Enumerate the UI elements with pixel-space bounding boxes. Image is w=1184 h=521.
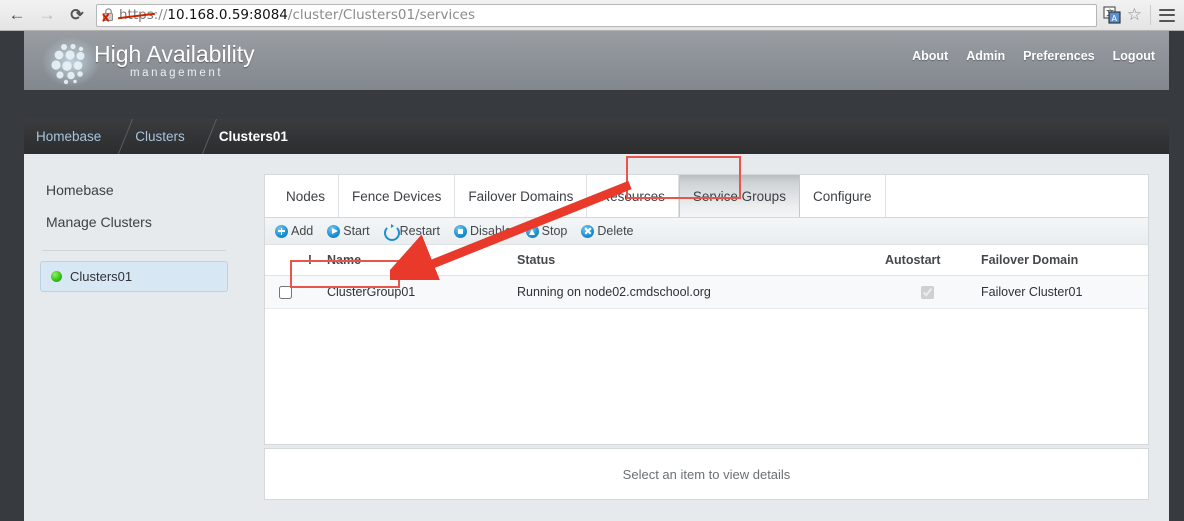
row-select-checkbox-cell[interactable] xyxy=(265,275,299,310)
sidebar-item-label: Clusters01 xyxy=(70,269,133,284)
row-autostart-checkbox xyxy=(920,286,934,300)
delete-button-label: Delete xyxy=(597,224,634,238)
column-header-select xyxy=(265,245,299,276)
table-header-row: ! Name Status Autostart Failover Domain xyxy=(265,245,1148,276)
header-nav-admin[interactable]: Admin xyxy=(966,49,1005,63)
row-autostart-cell xyxy=(879,275,975,310)
details-pane: Select an item to view details xyxy=(264,448,1149,500)
tab-configure[interactable]: Configure xyxy=(800,175,886,217)
insecure-lock-icon[interactable] xyxy=(101,7,116,23)
url-bar[interactable]: https://10.168.0.59:8084/cluster/Cluster… xyxy=(96,3,1097,27)
tab-bar: Nodes Fence Devices Failover Domains Res… xyxy=(265,175,1148,218)
row-select-checkbox[interactable] xyxy=(279,286,292,300)
stop-square-circle-icon xyxy=(453,224,467,238)
main-panel: Homebase Manage Clusters Clusters01 Node… xyxy=(24,154,1169,521)
row-alert-cell xyxy=(299,275,321,310)
delete-button[interactable]: Delete xyxy=(581,224,634,238)
table-row[interactable]: ClusterGroup01 Running on node02.cmdscho… xyxy=(265,275,1148,310)
add-button-label: Add xyxy=(291,224,314,238)
sidebar-item-homebase[interactable]: Homebase xyxy=(24,174,244,206)
browser-chrome: ← → ⟳ https://10.168.0.59:8084/cluster/C… xyxy=(0,0,1184,31)
tab-nodes[interactable]: Nodes xyxy=(273,175,340,217)
service-groups-card: Nodes Fence Devices Failover Domains Res… xyxy=(264,174,1149,445)
breadcrumb: Homebase Clusters Clusters01 xyxy=(24,119,1169,154)
star-icon[interactable]: ☆ xyxy=(1127,5,1142,25)
url-path: /cluster/Clusters01/services xyxy=(287,7,475,23)
breadcrumb-item-homebase[interactable]: Homebase xyxy=(36,129,101,144)
column-header-failover-domain[interactable]: Failover Domain xyxy=(975,245,1148,276)
url-separator: :// xyxy=(153,7,168,23)
disable-button[interactable]: Disable xyxy=(453,224,512,238)
row-failover-domain-cell: Failover Cluster01 xyxy=(975,275,1148,310)
svg-text:A: A xyxy=(1111,14,1117,23)
breadcrumb-item-clusters[interactable]: Clusters xyxy=(135,129,185,144)
tab-failover-domains[interactable]: Failover Domains xyxy=(455,175,588,217)
service-groups-table: ! Name Status Autostart Failover Domain … xyxy=(265,245,1148,310)
play-circle-icon xyxy=(327,224,341,238)
url-scheme: https xyxy=(119,7,154,23)
disable-button-label: Disable xyxy=(469,224,512,238)
column-header-status[interactable]: Status xyxy=(511,245,879,276)
toolbar-divider xyxy=(1150,5,1151,25)
sidebar-divider xyxy=(42,250,226,251)
page-frame: High Availability management About Admin… xyxy=(0,31,1184,521)
reload-icon[interactable]: ⟳ xyxy=(64,2,90,28)
browser-chrome-actions: 文 A ☆ xyxy=(1103,5,1184,25)
row-name-cell[interactable]: ClusterGroup01 xyxy=(321,275,511,310)
page-title: High Availability xyxy=(94,41,255,67)
column-header-autostart[interactable]: Autostart xyxy=(879,245,975,276)
tab-fence-devices[interactable]: Fence Devices xyxy=(339,175,456,217)
row-status-cell: Running on node02.cmdschool.org xyxy=(511,275,879,310)
details-placeholder: Select an item to view details xyxy=(622,466,791,482)
header-nav: About Admin Preferences Logout xyxy=(912,49,1155,63)
header-nav-preferences[interactable]: Preferences xyxy=(1023,49,1095,63)
start-button-label: Start xyxy=(343,224,370,238)
column-header-name[interactable]: Name xyxy=(321,245,511,276)
cluster-dots-logo xyxy=(42,37,100,87)
add-circle-icon xyxy=(275,224,288,238)
column-header-alert: ! xyxy=(299,245,321,276)
url-text: https://10.168.0.59:8084/cluster/Cluster… xyxy=(119,7,475,23)
hamburger-menu-icon[interactable] xyxy=(1159,8,1175,22)
green-status-dot-icon xyxy=(51,271,62,282)
brand-logo[interactable]: High Availability management xyxy=(32,31,262,90)
restart-button-label: Restart xyxy=(399,224,440,238)
restart-circle-icon xyxy=(384,224,401,241)
breadcrumb-item-clusters01: Clusters01 xyxy=(218,129,288,144)
tab-service-groups[interactable]: Service Groups xyxy=(678,175,800,217)
forward-arrow-icon: → xyxy=(38,5,56,24)
app-header: High Availability management About Admin… xyxy=(24,31,1169,90)
sidebar-item-clusters01[interactable]: Clusters01 xyxy=(40,261,228,292)
tab-resources[interactable]: Resources xyxy=(587,175,679,217)
restart-button[interactable]: Restart xyxy=(384,224,440,241)
stop-button-label: Stop xyxy=(541,224,568,238)
sidebar-item-manage-clusters[interactable]: Manage Clusters xyxy=(24,206,244,238)
add-button[interactable]: Add xyxy=(275,224,313,238)
back-arrow-icon[interactable]: ← xyxy=(4,2,30,28)
sidebar: Homebase Manage Clusters Clusters01 xyxy=(24,154,244,292)
translate-icon[interactable]: 文 A xyxy=(1103,6,1121,24)
header-nav-logout[interactable]: Logout xyxy=(1113,49,1155,63)
brand-subtitle: management xyxy=(130,67,224,79)
x-circle-icon xyxy=(581,224,595,238)
start-button[interactable]: Start xyxy=(327,224,370,238)
triangle-up-circle-icon xyxy=(525,224,539,238)
url-host: 10.168.0.59:8084 xyxy=(167,7,288,23)
breadcrumb-chevron-icon xyxy=(101,119,135,154)
action-toolbar: Add Start Restart Disable Stop Delete xyxy=(265,218,1148,245)
breadcrumb-chevron-icon xyxy=(185,119,219,154)
header-nav-about[interactable]: About xyxy=(912,49,948,63)
stop-button[interactable]: Stop xyxy=(525,224,568,238)
